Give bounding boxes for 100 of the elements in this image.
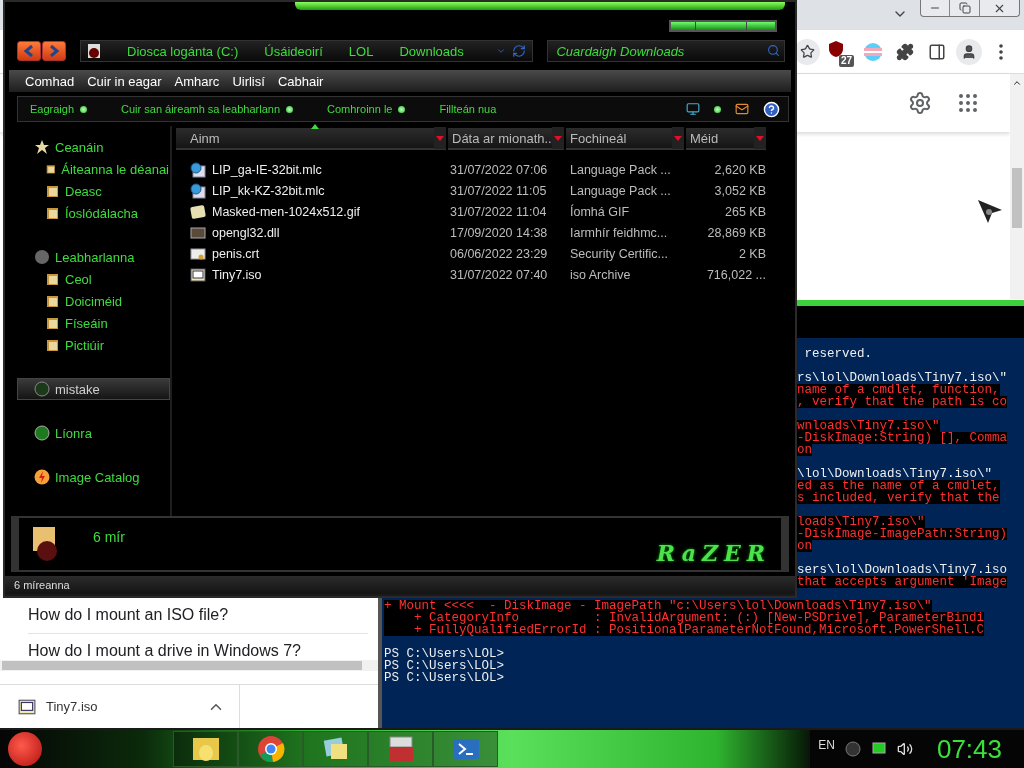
address-bar[interactable]: Diosca logánta (C:) Úsáideoirí LOL Downloads (80, 40, 534, 62)
nav-item[interactable]: Pictiúir (5, 334, 170, 356)
menu-item[interactable]: Cuir in eagar (83, 73, 169, 89)
breadcrumb[interactable]: Downloads (399, 43, 464, 59)
globe-file-icon (190, 182, 206, 199)
type-cell-text: Language Pack ... (570, 183, 672, 198)
profile-button[interactable] (956, 38, 982, 65)
bolt-icon (34, 469, 50, 485)
file-row[interactable]: penis.crt 06/06/2022 23:29 Security Certific... 2 KB (176, 243, 795, 264)
folder-icon (46, 338, 60, 352)
scroll-thumb[interactable] (2, 661, 362, 670)
nav-item[interactable]: Deasc (5, 180, 170, 202)
disc-icon (34, 381, 50, 397)
taskbar-button[interactable] (303, 731, 368, 767)
nav-item[interactable]: Ceanáin (5, 136, 170, 158)
file-row[interactable]: Masked-men-1024x512.gif 31/07/2022 11:04 Íomhá GIF 265 KB (176, 201, 795, 222)
size-cell-text: 265 KB (724, 204, 766, 219)
nav-item[interactable]: Doiciméid (5, 290, 170, 312)
download-filename: Tiny7.iso (46, 699, 99, 714)
restore-icon (958, 2, 971, 14)
size-cell-text: 3,052 KB (713, 183, 766, 198)
nav-item[interactable]: Leabharlanna (5, 246, 170, 268)
file-row[interactable]: opengl32.dll 17/09/2020 14:38 Iarmhír feidhmc... 28,869 KB (176, 222, 795, 243)
type-cell-text: Iarmhír feidhmc... (570, 225, 669, 240)
back-button[interactable] (17, 41, 41, 61)
side-panel-icon (928, 42, 946, 61)
size-cell-text: 28,869 KB (706, 225, 766, 240)
file-name: LIP_ga-IE-32bit.mlc (212, 162, 322, 177)
nav-item[interactable]: Líonra (5, 422, 170, 444)
preview-pane-icon[interactable] (735, 102, 749, 116)
type-cell-text: Íomhá GIF (570, 204, 631, 219)
nav-item[interactable]: Ceol (5, 268, 170, 290)
output-line: \lol\Downloads\Tiny7.iso\" (797, 468, 993, 480)
taskbar-button[interactable] (368, 731, 433, 767)
date-cell-text: 17/09/2020 14:38 (450, 225, 549, 240)
folder-icon (190, 735, 221, 763)
file-row[interactable]: Tiny7.iso 31/07/2022 07:40 iso Archive 716,022 ... (176, 264, 795, 285)
view-icon[interactable] (686, 102, 700, 116)
command-button[interactable]: Cuir san áireamh sa leabharlann (121, 103, 294, 115)
star-icon (34, 139, 50, 155)
dll-file-icon (190, 224, 206, 241)
menu-item[interactable]: Comhad (21, 73, 82, 89)
breadcrumb[interactable]: LOL (348, 43, 374, 59)
forward-button[interactable] (42, 41, 66, 61)
command-button[interactable]: Fillteán nua (439, 103, 497, 115)
extension-button[interactable]: 27 (826, 36, 854, 67)
result-link[interactable]: How do I mount a drive in Windows 7? (28, 634, 368, 660)
globe-icon (34, 425, 50, 441)
date-cell-text: 31/07/2022 11:04 (450, 204, 548, 219)
nav-item[interactable]: mistake (17, 378, 170, 400)
menu-item[interactable]: Cabhair (273, 73, 331, 89)
dropdown-dot-icon[interactable] (714, 105, 721, 113)
command-button[interactable]: Comhroinn le (327, 103, 406, 115)
file-row[interactable]: LIP_kk-KZ-32bit.mlc 31/07/2022 11:05 Language Pack ... 3,052 KB (176, 180, 795, 201)
folder-icon (46, 294, 60, 308)
file-row[interactable]: LIP_ga-IE-32bit.mlc 31/07/2022 07:06 Language Pack ... 2,620 KB (176, 159, 795, 180)
apps-icon[interactable] (956, 91, 980, 115)
nav-item[interactable]: Físeáin (5, 312, 170, 334)
menu-item[interactable]: Amharc (170, 73, 227, 89)
command-button[interactable]: Eagraigh (30, 103, 88, 115)
horizontal-scrollbar[interactable] (0, 660, 378, 671)
nav-item[interactable]: Image Catalog (5, 466, 170, 488)
close-button[interactable] (747, 22, 775, 30)
iso-file-icon (190, 266, 206, 283)
minimize-button[interactable] (671, 22, 695, 30)
item-count: 6 mír (93, 529, 125, 545)
taskbar-button[interactable] (238, 731, 303, 767)
refresh-icon[interactable] (512, 44, 527, 58)
prompt-line: PS C:\Users\LOL> (384, 672, 505, 684)
column-header[interactable]: Méid (686, 128, 766, 150)
help-icon[interactable] (763, 100, 780, 118)
file-name: Tiny7.iso (212, 267, 262, 282)
vertical-scrollbar[interactable] (1010, 74, 1024, 299)
image-file-icon (190, 203, 206, 220)
taskbar-button[interactable] (173, 731, 238, 767)
size-cell-text: 2 KB (737, 246, 766, 261)
column-header[interactable]: Fochineál (566, 128, 684, 150)
scroll-thumb[interactable] (1012, 168, 1022, 228)
nav-item[interactable]: Áiteanna le déanai (5, 158, 170, 180)
prompt-line: PS C:\Users\LOL> (384, 660, 505, 672)
language-indicator[interactable]: EN (818, 738, 835, 752)
settings-icon[interactable] (908, 91, 932, 115)
show-more-icon[interactable] (844, 741, 861, 757)
dropdown-dot-icon (286, 105, 294, 113)
start-button[interactable] (8, 732, 42, 766)
folder-icon (46, 184, 60, 198)
breadcrumb[interactable]: Diosca logánta (C:) (127, 43, 239, 59)
menu-item[interactable]: Uirlisí (228, 73, 272, 89)
puzzle-icon (896, 42, 914, 61)
folder-icon (46, 316, 60, 330)
more-icon (999, 43, 1003, 60)
maximize-button[interactable] (696, 22, 746, 30)
volume-icon[interactable] (896, 741, 913, 757)
clock[interactable]: 07:43 (936, 733, 1002, 765)
network-icon[interactable] (870, 741, 887, 757)
nav-item[interactable]: Íoslódálacha (5, 202, 170, 224)
column-header[interactable]: Dáta ar mionath.. (448, 128, 564, 150)
breadcrumb[interactable]: Úsáideoirí (264, 43, 323, 59)
search-field[interactable]: Cuardaigh Downloads (547, 40, 785, 62)
iso-file-icon (18, 697, 36, 716)
